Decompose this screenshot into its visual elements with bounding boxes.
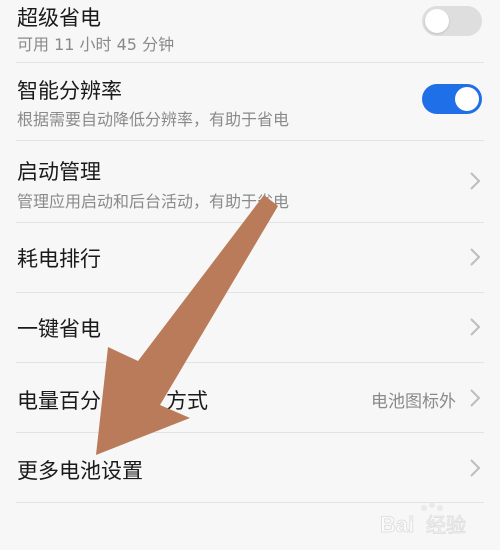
svg-text:经验: 经验: [426, 513, 466, 537]
arrow-icon: [96, 195, 278, 455]
baidu-jingyan-watermark-icon: Bai 经验: [380, 502, 467, 538]
svg-text:Bai: Bai: [380, 512, 414, 537]
